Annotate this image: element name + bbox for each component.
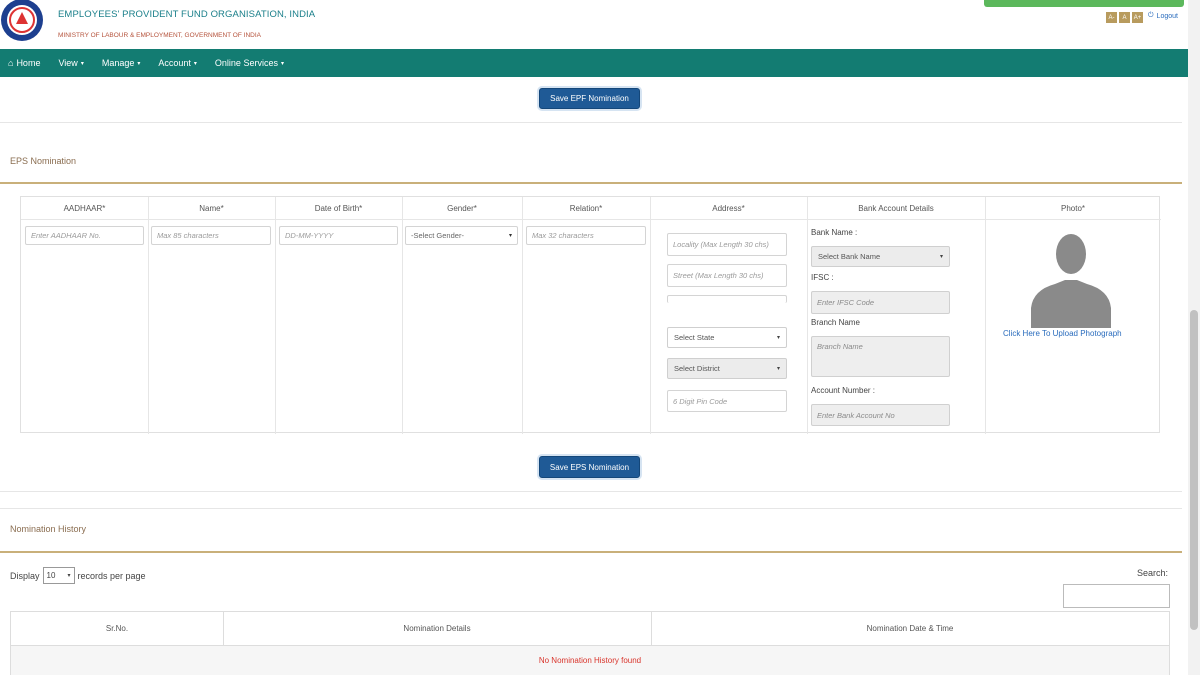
column-divider	[650, 197, 651, 434]
logout-link[interactable]: ⏻ Logout	[1148, 12, 1178, 20]
top-green-bar	[984, 0, 1184, 7]
nav-home-label: Home	[16, 58, 41, 68]
street-input[interactable]: Street (Max Length 30 chs)	[667, 264, 787, 287]
col-header-nomination-details[interactable]: Nomination Details	[223, 612, 651, 645]
branch-name-field: Branch Name	[811, 336, 950, 377]
panel-divider	[0, 491, 1182, 492]
section-rule	[0, 182, 1182, 184]
bank-name-select-value: Select Bank Name	[818, 252, 881, 261]
nav-account-label: Account	[158, 58, 191, 68]
locality-input[interactable]: Locality (Max Length 30 chs)	[667, 233, 787, 256]
site-header: EMPLOYEES' PROVIDENT FUND ORGANISATION, …	[0, 0, 1188, 50]
col-header-nomination-date[interactable]: Nomination Date & Time	[651, 612, 1169, 645]
col-header-dob: Date of Birth*	[314, 203, 363, 213]
col-header-bank: Bank Account Details	[858, 203, 934, 213]
state-select-value: Select State	[674, 333, 715, 342]
bank-name-select[interactable]: Select Bank Name ▾	[811, 246, 950, 267]
caret-down-icon: ▾	[80, 60, 84, 67]
search-label: Search:	[1137, 568, 1169, 578]
caret-down-icon: ▾	[67, 573, 71, 579]
nav-view[interactable]: View ▾	[58, 58, 83, 68]
column-divider	[402, 197, 403, 434]
column-divider	[148, 197, 149, 434]
relation-input[interactable]: Max 32 characters	[526, 226, 646, 245]
org-title: EMPLOYEES' PROVIDENT FUND ORGANISATION, …	[58, 9, 316, 20]
save-epf-nomination-button[interactable]: Save EPF Nomination	[539, 88, 640, 109]
column-divider	[807, 197, 808, 434]
home-icon: ⌂	[8, 58, 14, 68]
branch-name-label: Branch Name	[811, 318, 860, 327]
empty-history-message: No Nomination History found	[538, 656, 642, 665]
pin-code-input[interactable]: 6 Digit Pin Code	[667, 390, 787, 412]
nav-view-label: View	[58, 58, 78, 68]
font-increase-button[interactable]: A+	[1132, 12, 1143, 23]
caret-down-icon: ▾	[776, 366, 780, 372]
col-header-photo: Photo*	[1060, 203, 1086, 213]
org-subtitle: MINISTRY OF LABOUR & EMPLOYMENT, GOVERNM…	[58, 32, 261, 39]
district-select-value: Select District	[674, 364, 720, 373]
state-select[interactable]: Select State ▾	[667, 327, 787, 348]
save-eps-nomination-button[interactable]: Save EPS Nomination	[539, 456, 640, 478]
records-suffix-label: records per page	[77, 570, 146, 581]
district-select[interactable]: Select District ▾	[667, 358, 787, 379]
col-header-gender: Gender*	[447, 203, 477, 213]
font-decrease-button[interactable]: A-	[1106, 12, 1117, 23]
upload-photograph-link[interactable]: Click Here To Upload Photograph	[1003, 329, 1122, 338]
search-input[interactable]	[1063, 584, 1170, 608]
caret-down-icon: ▾	[939, 254, 943, 260]
ifsc-input[interactable]: Enter IFSC Code	[811, 291, 950, 314]
records-per-page-value: 10	[46, 571, 56, 580]
gender-select[interactable]: -Select Gender- ▾	[405, 226, 518, 245]
address-line-input[interactable]	[667, 295, 787, 303]
col-header-srno[interactable]: Sr.No.	[11, 612, 223, 645]
nav-manage[interactable]: Manage ▾	[102, 58, 141, 68]
photo-placeholder-icon[interactable]	[1029, 224, 1113, 328]
logout-icon: ⏻	[1148, 12, 1154, 19]
nav-home[interactable]: ⌂ Home	[8, 58, 40, 68]
font-normal-button[interactable]: A	[1119, 12, 1130, 23]
column-divider	[275, 197, 276, 434]
logout-label: Logout	[1156, 12, 1178, 20]
nav-online-services[interactable]: Online Services ▾	[215, 58, 284, 68]
column-divider	[985, 197, 986, 434]
caret-down-icon: ▾	[193, 60, 197, 67]
records-per-page-control: Display 10 ▾ records per page	[10, 567, 146, 584]
eps-section-title: EPS Nomination	[10, 156, 77, 166]
header-divider	[21, 219, 1161, 220]
nav-online-services-label: Online Services	[214, 58, 278, 68]
ifsc-label: IFSC :	[811, 273, 834, 282]
col-header-aadhaar: AADHAAR*	[63, 203, 106, 213]
section-rule	[0, 551, 1182, 553]
caret-down-icon: ▾	[280, 60, 284, 67]
panel-divider	[0, 508, 1182, 509]
col-header-relation: Relation*	[569, 203, 603, 213]
nav-manage-label: Manage	[101, 58, 135, 68]
epfo-logo-icon	[1, 0, 43, 41]
caret-down-icon: ▾	[508, 233, 512, 239]
panel-divider	[0, 122, 1182, 123]
name-input[interactable]: Max 85 characters	[151, 226, 271, 245]
dob-input[interactable]: DD-MM-YYYY	[279, 226, 398, 245]
caret-down-icon: ▾	[776, 335, 780, 341]
display-label: Display	[10, 570, 40, 581]
aadhaar-input[interactable]: Enter AADHAAR No.	[25, 226, 144, 245]
font-size-controls: A- A A+	[1106, 12, 1143, 23]
nomination-history-table: Sr.No. Nomination Details Nomination Dat…	[10, 611, 1170, 675]
col-header-name: Name*	[199, 203, 224, 213]
gender-select-value: -Select Gender-	[411, 231, 464, 240]
col-header-address: Address*	[712, 203, 745, 213]
column-divider	[522, 197, 523, 434]
main-nav: ⌂ Home View ▾ Manage ▾ Account ▾ Online …	[0, 49, 1188, 77]
bank-name-label: Bank Name :	[811, 228, 858, 237]
nav-account[interactable]: Account ▾	[158, 58, 197, 68]
account-number-label: Account Number :	[811, 386, 876, 395]
account-number-input[interactable]: Enter Bank Account No	[811, 404, 950, 426]
records-per-page-select[interactable]: 10 ▾	[42, 567, 75, 584]
history-section-title: Nomination History	[10, 524, 87, 534]
caret-down-icon: ▾	[137, 60, 141, 67]
scrollbar-thumb[interactable]	[1190, 310, 1198, 630]
